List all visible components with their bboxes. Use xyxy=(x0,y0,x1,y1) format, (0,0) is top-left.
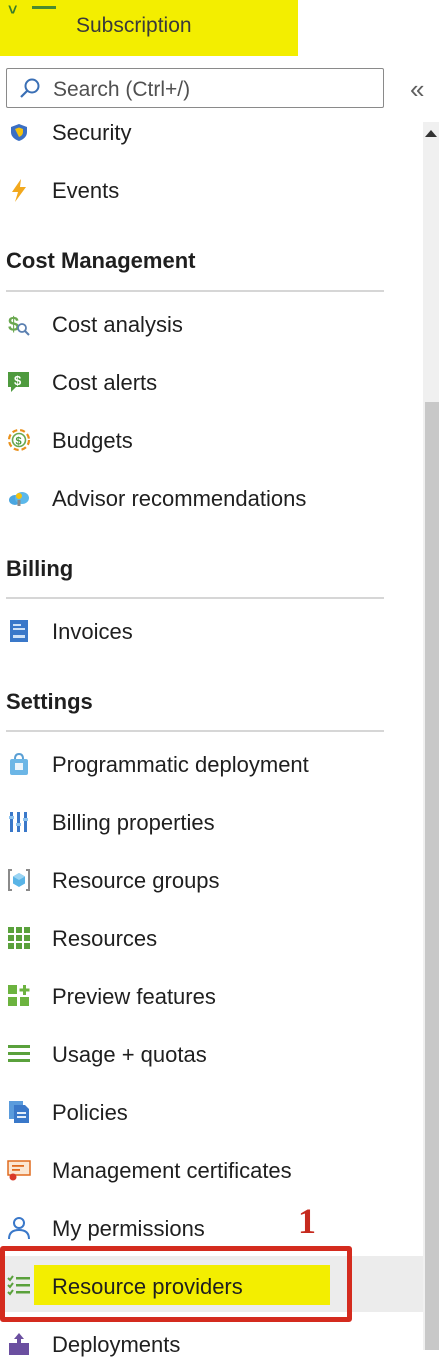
usage-quotas-icon xyxy=(8,1045,30,1062)
menu-item-usage-quotas[interactable]: Usage + quotas xyxy=(0,1030,420,1080)
chevron-down-icon: ˅ xyxy=(8,2,18,19)
blade-title-bar: ˅ Subscription xyxy=(0,0,300,58)
preview-features-icon xyxy=(8,985,30,1006)
divider xyxy=(6,730,384,732)
section-heading-cost-management: Cost Management xyxy=(6,248,196,273)
search-input[interactable]: Search (Ctrl+/) xyxy=(6,68,384,108)
shield-icon xyxy=(11,124,27,141)
menu-item-policies[interactable]: Policies xyxy=(0,1088,420,1138)
menu-item-label: Advisor recommendations xyxy=(52,486,307,511)
menu-item-label: My permissions xyxy=(52,1216,205,1241)
svg-text:$: $ xyxy=(16,436,22,448)
deployment-icon xyxy=(9,1333,29,1355)
menu-item-events[interactable]: Events xyxy=(0,166,420,216)
collapse-menu-button[interactable]: « xyxy=(410,74,424,105)
menu-item-security[interactable]: Security xyxy=(0,108,420,158)
invoice-icon xyxy=(10,620,28,642)
shopping-bag-icon xyxy=(10,752,28,775)
menu-item-deployments[interactable]: Deployments xyxy=(0,1320,420,1370)
scrollbar[interactable] xyxy=(423,122,439,1350)
menu-item-label: Deployments xyxy=(52,1332,181,1357)
resources-grid-icon xyxy=(8,927,30,949)
menu-item-advisor-recommendations[interactable]: Advisor recommendations xyxy=(0,474,420,524)
menu-item-label: Security xyxy=(52,120,132,145)
svg-text:$: $ xyxy=(14,373,22,388)
menu-item-preview-features[interactable]: Preview features xyxy=(0,972,420,1022)
menu-item-label: Budgets xyxy=(52,428,133,453)
menu-item-invoices[interactable]: Invoices xyxy=(0,607,420,657)
menu-item-budgets[interactable]: $ Budgets xyxy=(0,416,420,466)
section-heading-billing: Billing xyxy=(6,556,74,581)
menu-item-programmatic-deployment[interactable]: Programmatic deployment xyxy=(0,740,420,790)
cost-analysis-icon: $ xyxy=(8,314,30,336)
advisor-cloud-icon xyxy=(9,492,29,506)
billing-properties-icon xyxy=(9,812,28,832)
cost-alert-icon: $ xyxy=(8,372,29,392)
menu-item-label: Cost analysis xyxy=(52,312,183,337)
divider xyxy=(6,290,384,292)
menu-item-label: Cost alerts xyxy=(52,370,158,395)
blade-title: Subscription xyxy=(76,14,192,37)
menu-item-billing-properties[interactable]: Billing properties xyxy=(0,798,420,848)
budget-icon: $ xyxy=(7,428,31,452)
menu-item-label: Policies xyxy=(52,1100,128,1125)
menu-item-label: Programmatic deployment xyxy=(52,752,309,777)
menu-item-cost-alerts[interactable]: $ Cost alerts xyxy=(0,358,420,408)
menu-item-label: Events xyxy=(52,178,120,203)
dash-mark xyxy=(32,6,56,9)
menu-item-label: Invoices xyxy=(52,619,133,644)
menu-item-resource-groups[interactable]: Resource groups xyxy=(0,856,420,906)
svg-text:$: $ xyxy=(8,314,19,336)
policy-document-icon xyxy=(9,1101,29,1123)
menu-item-label: Resources xyxy=(52,926,158,951)
menu-item-label: Management certificates xyxy=(52,1158,292,1183)
user-icon xyxy=(8,1217,30,1240)
lightning-icon xyxy=(12,179,26,202)
scroll-thumb[interactable] xyxy=(425,402,439,1350)
search-icon xyxy=(20,78,40,98)
section-heading-settings: Settings xyxy=(6,689,93,714)
menu-item-management-certificates[interactable]: Management certificates xyxy=(0,1146,420,1196)
menu-item-label: Usage + quotas xyxy=(52,1042,207,1067)
annotation-highlight-box xyxy=(0,1246,352,1322)
search-placeholder: Search (Ctrl+/) xyxy=(53,78,191,101)
menu-item-label: Resource groups xyxy=(52,868,220,893)
menu-item-cost-analysis[interactable]: $ Cost analysis xyxy=(0,300,420,350)
resource-group-icon xyxy=(8,869,30,891)
scroll-up-arrow[interactable] xyxy=(425,130,437,137)
menu-item-label: Preview features xyxy=(52,984,216,1009)
divider xyxy=(6,597,384,599)
annotation-step-number: 1 xyxy=(298,1201,316,1241)
certificate-icon xyxy=(7,1160,31,1181)
menu-item-label: Billing properties xyxy=(52,810,215,835)
menu-item-resources[interactable]: Resources xyxy=(0,914,420,964)
